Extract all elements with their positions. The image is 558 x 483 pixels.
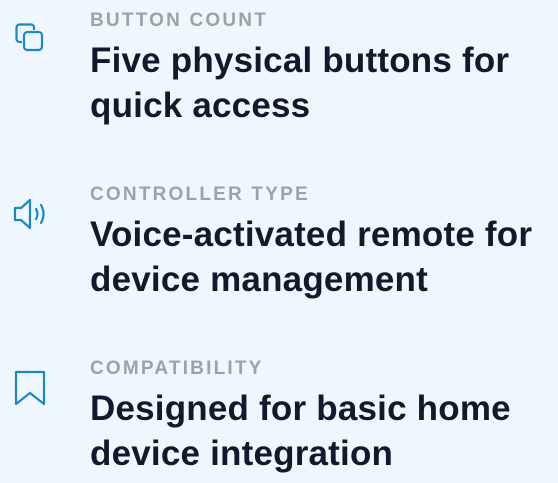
feature-label: CONTROLLER TYPE xyxy=(90,184,310,205)
copy-icon xyxy=(12,20,52,60)
feature-value: Five physical buttons for quick access xyxy=(90,41,510,125)
feature-list: BUTTON COUNT Five physical buttons for q… xyxy=(0,0,558,483)
feature-label: COMPATIBILITY xyxy=(90,358,264,379)
speaker-icon xyxy=(12,194,52,234)
feature-value: Designed for basic home device integrati… xyxy=(90,389,511,473)
feature-label: BUTTON COUNT xyxy=(90,10,269,31)
bookmark-icon xyxy=(12,368,52,408)
feature-value: Voice-activated remote for device manage… xyxy=(90,215,533,299)
